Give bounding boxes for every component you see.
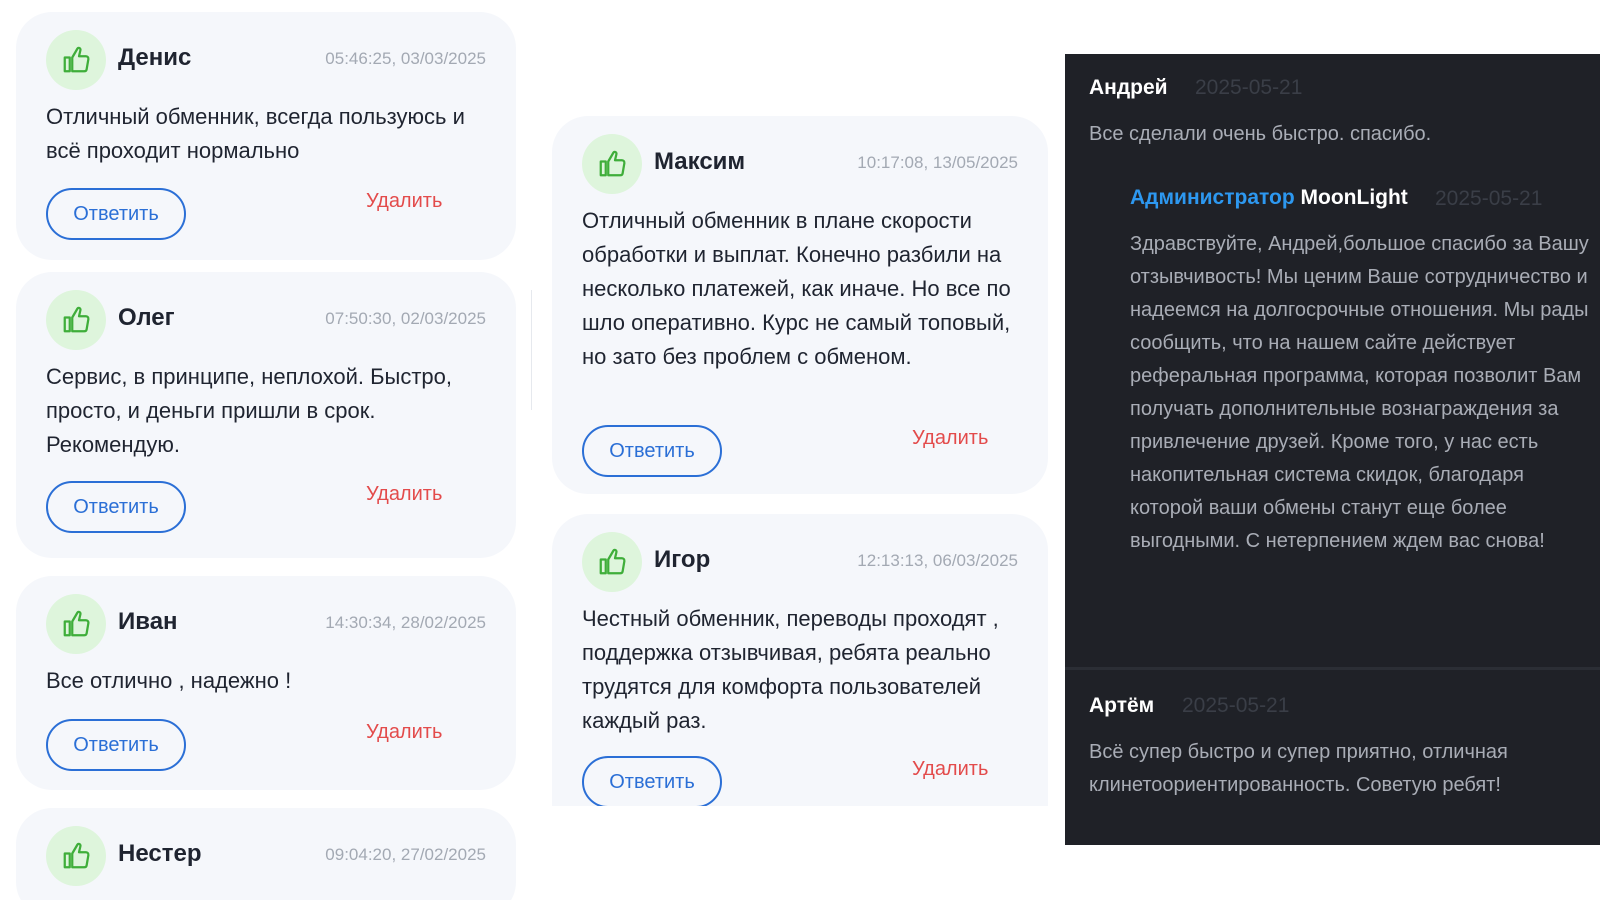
review-text: Всё супер быстро и супер приятно, отличн… [1089, 741, 1508, 796]
avatar [582, 134, 642, 194]
admin-reply-text: Здравствуйте, Андрей,большое спасибо за … [1130, 233, 1589, 552]
review-header: Иван 14:30:34, 28/02/2025 [46, 594, 486, 654]
review-timestamp: 14:30:34, 28/02/2025 [325, 613, 486, 632]
review-timestamp: 10:17:08, 13/05/2025 [857, 153, 1018, 172]
review-author: Максим [654, 148, 746, 175]
admin-name: MoonLight [1300, 186, 1408, 209]
thumbs-up-icon [63, 306, 90, 333]
thumbs-up-icon [63, 842, 90, 869]
reply-button[interactable]: Ответить [46, 188, 186, 240]
review-timestamp: 07:50:30, 02/03/2025 [325, 309, 486, 328]
review-text: Сервис, в принципе, неплохой. Быстро, пр… [46, 364, 452, 457]
review-text: Все сделали очень быстро. спасибо. [1089, 123, 1432, 145]
dark-review-panel: Андрей 2025-05-21 Все сделали очень быст… [1065, 54, 1600, 845]
avatar [46, 826, 106, 886]
review-header: Игор 12:13:13, 06/03/2025 [582, 532, 1018, 592]
review-header: Максим 10:17:08, 13/05/2025 [582, 134, 1018, 194]
avatar [46, 594, 106, 654]
review-card-oleg: Олег 07:50:30, 02/03/2025 Сервис, в прин… [16, 272, 516, 558]
thumbs-up-icon [599, 150, 626, 177]
delete-link[interactable]: Удалить [912, 427, 988, 450]
review-card-denis: Денис 05:46:25, 03/03/2025 Отличный обме… [16, 12, 516, 260]
review-text: Все отлично , надежно ! [46, 668, 292, 693]
delete-link[interactable]: Удалить [366, 721, 442, 744]
thumbs-up-icon [63, 46, 90, 73]
avatar [582, 532, 642, 592]
review-card-igor: Игор 12:13:13, 06/03/2025 Честный обменн… [552, 514, 1048, 806]
delete-link[interactable]: Удалить [366, 190, 442, 213]
thumbs-up-icon [599, 548, 626, 575]
reply-button[interactable]: Ответить [582, 425, 722, 477]
column-divider [531, 290, 532, 410]
review-separator [1065, 667, 1600, 670]
review-timestamp: 12:13:13, 06/03/2025 [857, 551, 1018, 570]
reply-button[interactable]: Ответить [582, 756, 722, 806]
review-card-maksim: Максим 10:17:08, 13/05/2025 Отличный обм… [552, 116, 1048, 494]
review-author: Иван [118, 608, 178, 635]
avatar [46, 290, 106, 350]
admin-role: Администратор [1130, 186, 1295, 209]
review-card-nester: Нестер 09:04:20, 27/02/2025 [16, 808, 516, 900]
reply-button[interactable]: Ответить [46, 719, 186, 771]
review-header: Денис 05:46:25, 03/03/2025 [46, 30, 486, 90]
review-header: Нестер 09:04:20, 27/02/2025 [46, 826, 486, 886]
review-author: Олег [118, 304, 175, 331]
review-date: 2025-05-21 [1195, 76, 1303, 99]
review-author: Нестер [118, 840, 202, 867]
review-author: Денис [118, 44, 192, 71]
admin-reply-header: Администратор MoonLight [1130, 186, 1408, 210]
review-text: Отличный обменник, всегда пользуюсь и вс… [46, 104, 465, 163]
review-author: Андрей [1089, 76, 1168, 99]
review-card-ivan: Иван 14:30:34, 28/02/2025 Все отлично , … [16, 576, 516, 790]
review-timestamp: 05:46:25, 03/03/2025 [325, 49, 486, 68]
thumbs-up-icon [63, 610, 90, 637]
review-author: Игор [654, 546, 711, 573]
avatar [46, 30, 106, 90]
admin-reply-date: 2025-05-21 [1435, 187, 1543, 210]
review-header: Олег 07:50:30, 02/03/2025 [46, 290, 486, 350]
review-author: Артём [1089, 694, 1155, 717]
reply-button[interactable]: Ответить [46, 481, 186, 533]
delete-link[interactable]: Удалить [366, 483, 442, 506]
review-text: Отличный обменник в плане скорости обраб… [582, 208, 1011, 369]
delete-link[interactable]: Удалить [912, 758, 988, 781]
review-text: Честный обменник, переводы проходят , по… [582, 606, 999, 733]
review-timestamp: 09:04:20, 27/02/2025 [325, 845, 486, 864]
review-date: 2025-05-21 [1182, 694, 1290, 717]
